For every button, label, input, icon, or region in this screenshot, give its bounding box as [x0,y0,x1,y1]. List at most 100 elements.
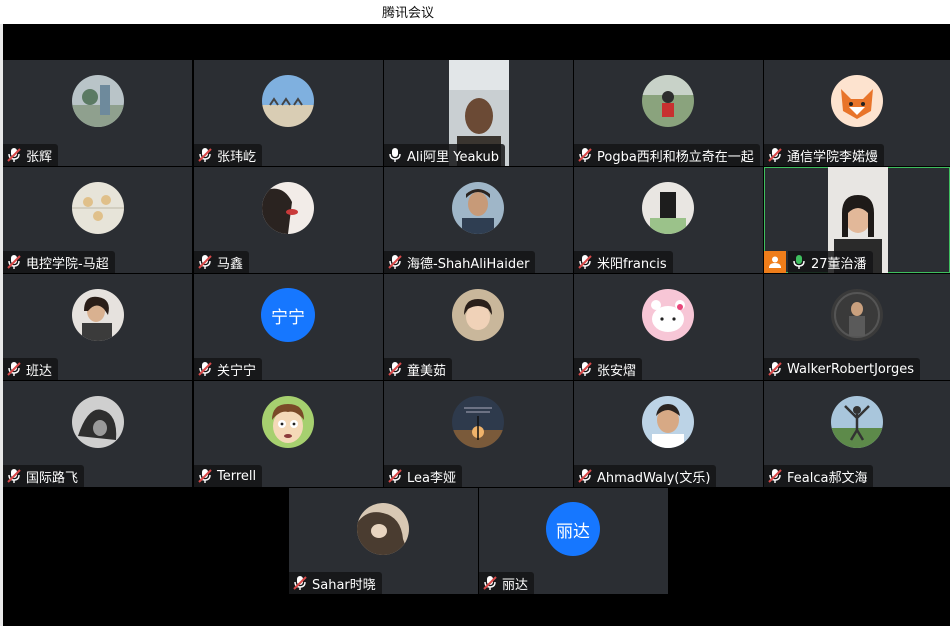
mic-muted-icon [7,255,21,269]
participant-name: 马鑫 [217,256,244,272]
participant-tile[interactable]: Terrell [194,381,383,487]
participant-avatar [72,289,124,341]
participant-name: 张安熠 [597,363,637,379]
participant-nameplate: Sahar时晓 [289,572,382,594]
participant-tile[interactable]: Ali阿里 Yeakub [384,60,573,166]
participant-tile-speaking[interactable]: 27董治潘 [764,167,950,273]
participant-name: 海德-ShahAliHaider [407,256,530,272]
participant-nameplate: Lea李娅 [384,465,462,487]
video-grid: 张辉 张玮屹 Ali阿里 Yeakub Pogba西利和杨立奇在一起 通信学院李… [3,24,950,626]
mic-muted-icon [578,469,592,483]
mic-muted-icon [578,255,592,269]
participant-avatar [831,396,883,448]
participant-name: 关宁宁 [217,363,257,379]
mic-on-icon [793,255,805,269]
participant-tile[interactable]: 国际路飞 [3,381,192,487]
mic-muted-icon [768,148,782,162]
participant-name: 电控学院-马超 [26,256,109,272]
mic-muted-icon [388,255,402,269]
mic-muted-icon [483,576,497,590]
participant-name: 丽达 [502,577,529,593]
participant-tile[interactable]: 海德-ShahAliHaider [384,167,573,273]
participant-nameplate: 电控学院-马超 [3,251,115,273]
participant-nameplate: 张辉 [3,144,59,166]
mic-muted-icon [198,469,212,483]
participant-tile[interactable]: Fealca郝文海 [764,381,950,487]
participant-tile[interactable]: 电控学院-马超 [3,167,192,273]
participant-avatar [831,289,883,341]
participant-tile[interactable]: 米阳francis [574,167,763,273]
participant-avatar [72,396,124,448]
participant-nameplate: 米阳francis [574,251,673,273]
participant-name: Lea李娅 [407,470,456,486]
participant-name: 童美茹 [407,363,447,379]
participant-avatar [642,289,694,341]
participant-tile[interactable]: 马鑫 [194,167,383,273]
participant-avatar [262,182,314,234]
participant-tile[interactable]: 通信学院李婼熳 [764,60,950,166]
participant-avatar [831,75,883,127]
participant-tile[interactable]: Pogba西利和杨立奇在一起 [574,60,763,166]
participant-nameplate: Fealca郝文海 [764,465,874,487]
participant-name: 通信学院李婼熳 [787,149,879,165]
participant-avatar [357,503,409,555]
participant-nameplate: 丽达 [479,572,535,594]
participant-tile[interactable]: Sahar时晓 [289,488,478,594]
participant-name: 张玮屹 [217,149,257,165]
participant-name: Ali阿里 Yeakub [407,149,500,165]
participant-tile[interactable]: 宁宁 关宁宁 [194,274,383,380]
participant-name: 国际路飞 [26,470,79,486]
participant-nameplate: 班达 [3,358,59,380]
participant-tile[interactable]: 童美茹 [384,274,573,380]
participant-avatar [262,75,314,127]
participant-avatar [452,396,504,448]
participant-nameplate: 关宁宁 [194,358,263,380]
user-icon [769,256,781,268]
participant-tile[interactable]: 张玮屹 [194,60,383,166]
participant-nameplate: WalkerRobertJorges [764,358,921,380]
participant-nameplate: Terrell [194,465,263,487]
participant-tile[interactable]: Lea李娅 [384,381,573,487]
mic-on-icon [389,148,401,162]
participant-nameplate: Pogba西利和杨立奇在一起 [574,144,760,166]
participant-tile[interactable]: 班达 [3,274,192,380]
participant-tile[interactable]: AhmadWaly(文乐) [574,381,763,487]
participant-avatar [452,289,504,341]
window-title: 腾讯会议 [382,6,435,21]
participant-name: 班达 [26,363,53,379]
participant-nameplate: 张玮屹 [194,144,263,166]
participant-name: Pogba西利和杨立奇在一起 [597,149,754,165]
participant-avatar [642,75,694,127]
participant-tile[interactable]: 张安熠 [574,274,763,380]
participant-avatar-initials: 宁宁 [261,288,315,342]
mic-muted-icon [198,362,212,376]
mic-muted-icon [198,255,212,269]
participant-name: 米阳francis [597,256,667,272]
participant-nameplate: 27董治潘 [788,251,873,273]
participant-avatar [72,182,124,234]
participant-name: Sahar时晓 [312,577,376,593]
participant-name: Terrell [217,468,257,484]
window-titlebar: 腾讯会议 [0,0,950,24]
participant-tile[interactable]: WalkerRobertJorges [764,274,950,380]
participant-tile[interactable]: 张辉 [3,60,192,166]
participant-nameplate: 童美茹 [384,358,453,380]
mic-muted-icon [293,576,307,590]
participant-avatar-initials: 丽达 [546,502,600,556]
participant-name: WalkerRobertJorges [787,361,915,377]
participant-name: Fealca郝文海 [787,470,868,486]
mic-muted-icon [768,362,782,376]
host-badge [764,251,786,273]
participant-name: AhmadWaly(文乐) [597,470,711,486]
participant-nameplate: Ali阿里 Yeakub [384,144,506,166]
mic-muted-icon [7,148,21,162]
participant-avatar [642,396,694,448]
participant-tile[interactable]: 丽达 丽达 [479,488,668,594]
mic-muted-icon [388,469,402,483]
mic-muted-icon [7,469,21,483]
mic-muted-icon [198,148,212,162]
participant-nameplate: 张安熠 [574,358,643,380]
participant-avatar [72,75,124,127]
participant-nameplate: 国际路飞 [3,465,85,487]
participant-avatar [642,182,694,234]
